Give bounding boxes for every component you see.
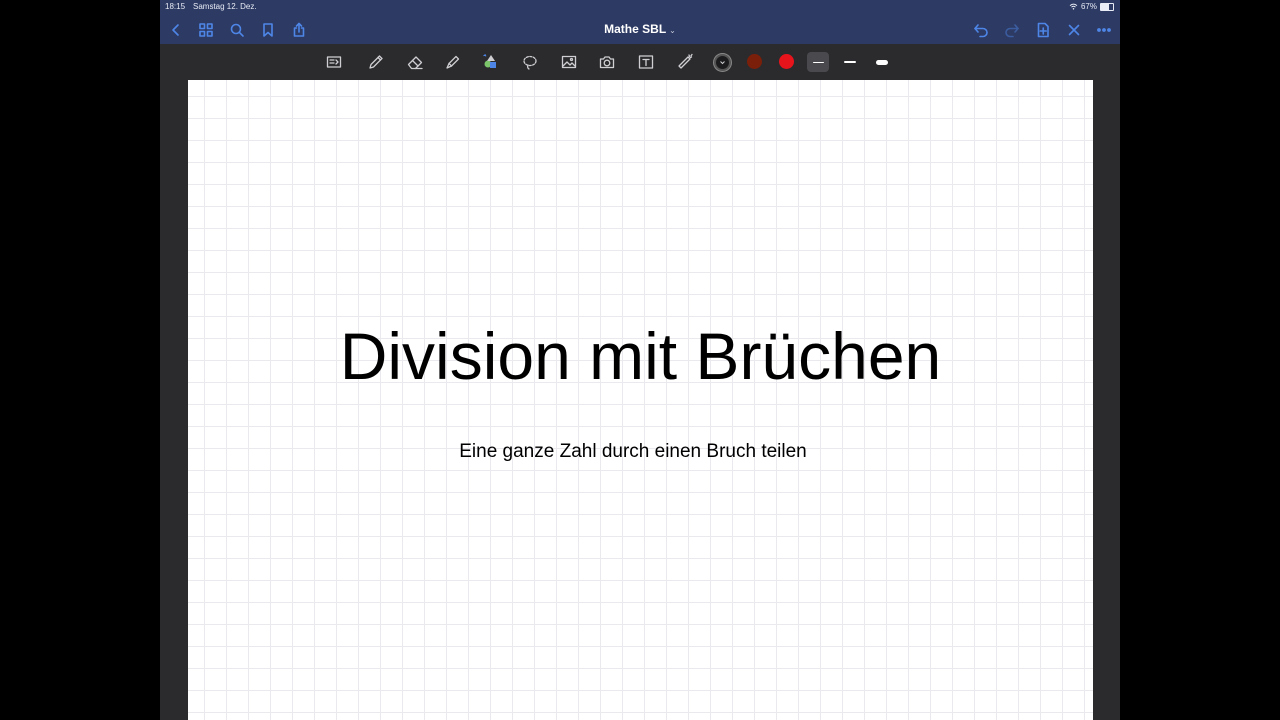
ipad-screen: 18:15 Samstag 12. Dez. 67% Mathe SBL ⌄ D… — [160, 0, 1120, 720]
chevron-down-icon: ⌄ — [669, 26, 676, 35]
eraser-icon[interactable] — [404, 52, 426, 72]
status-date: Samstag 12. Dez. — [193, 2, 257, 11]
top-bar: 18:15 Samstag 12. Dez. 67% Mathe SBL ⌄ — [160, 0, 1120, 44]
redo-icon[interactable] — [1003, 21, 1021, 39]
color-swatch-black[interactable] — [714, 54, 731, 71]
highlighter-icon[interactable] — [442, 52, 464, 72]
chevron-down-icon — [720, 61, 725, 65]
document-title-text: Mathe SBL — [604, 22, 667, 36]
status-bar: 18:15 Samstag 12. Dez. 67% — [160, 0, 1120, 14]
more-icon[interactable] — [1095, 21, 1113, 39]
add-page-icon[interactable] — [1034, 21, 1052, 39]
text-icon[interactable] — [635, 52, 657, 72]
battery-percent: 67% — [1080, 2, 1097, 11]
tool-bar — [160, 44, 1120, 80]
color-swatch-brown[interactable] — [747, 54, 762, 69]
laser-pointer-icon[interactable] — [674, 52, 696, 72]
pen-icon[interactable] — [365, 52, 387, 72]
wifi-icon — [1069, 3, 1078, 10]
color-swatch-red[interactable] — [779, 54, 794, 69]
status-right: 67% — [1069, 2, 1114, 11]
image-icon[interactable] — [558, 52, 580, 72]
stroke-medium[interactable] — [839, 52, 861, 72]
battery-icon — [1100, 2, 1114, 11]
camera-icon[interactable] — [596, 52, 618, 72]
page-subtitle: Eine ganze Zahl durch einen Bruch teilen — [459, 441, 807, 462]
close-icon[interactable] — [1065, 21, 1083, 39]
read-only-icon[interactable] — [323, 52, 345, 72]
status-time: 18:15 — [165, 2, 186, 11]
lasso-icon[interactable] — [519, 52, 541, 72]
page-title: Division mit Brüchen — [339, 319, 942, 393]
notebook-page[interactable]: Division mit Brüchen Eine ganze Zahl dur… — [188, 80, 1093, 720]
stroke-thin[interactable] — [807, 52, 829, 72]
stroke-thick[interactable] — [871, 52, 893, 72]
shapes-icon[interactable] — [480, 52, 502, 72]
navigation-bar: Mathe SBL ⌄ — [160, 14, 1120, 44]
undo-icon[interactable] — [972, 21, 990, 39]
